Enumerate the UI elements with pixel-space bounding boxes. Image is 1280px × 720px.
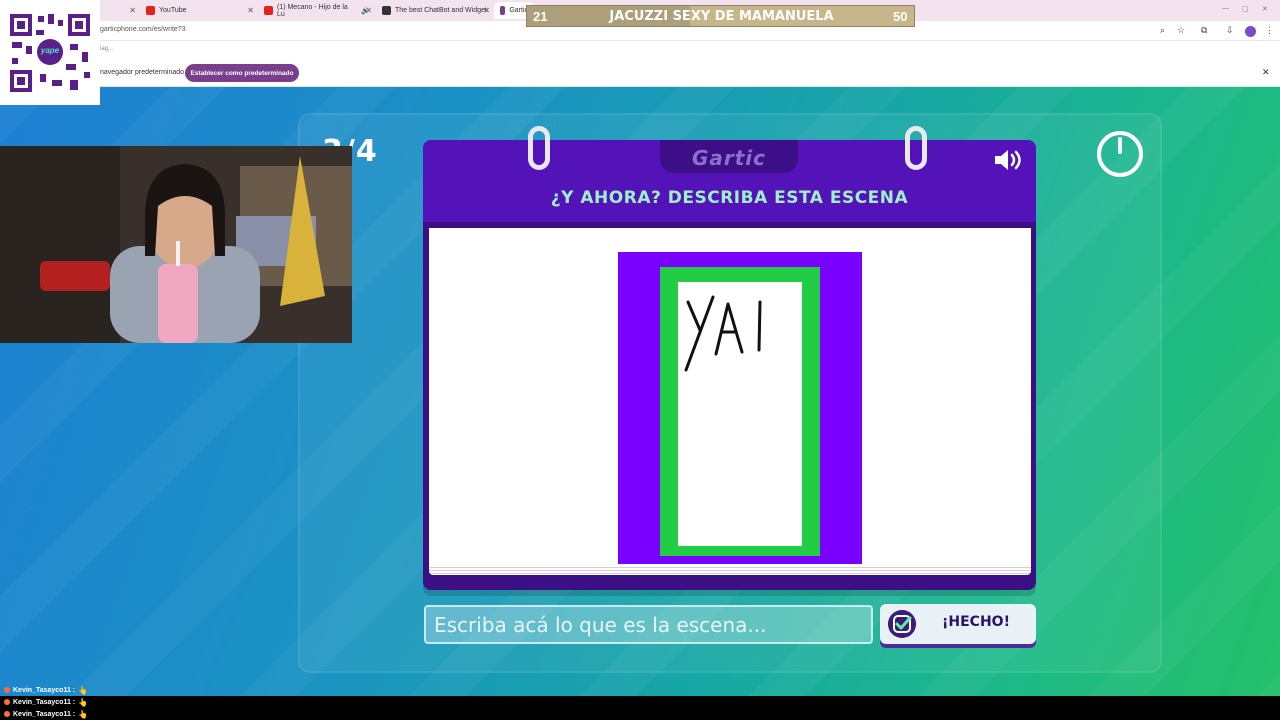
chatbot-icon: [382, 6, 391, 15]
default-browser-infobar: navegador predeterminado Establecer como…: [0, 59, 1280, 87]
close-window-icon[interactable]: ✕: [1262, 5, 1268, 13]
chat-badge-icon: [4, 687, 10, 693]
scene-card: Gartic ¿Y AHORA? DESCRIBA ESTA ESCENA: [423, 126, 1036, 590]
menu-icon[interactable]: ⋮: [1265, 25, 1274, 36]
chat-overlay: Kevin_Tasayco11 : 👆 Kevin_Tasayco11 : 👆 …: [0, 686, 1280, 720]
player-drawing: [618, 252, 862, 564]
webcam-feed-image: [0, 146, 352, 343]
chat-username: Kevin_Tasayco11 :: [13, 698, 76, 706]
close-tab-icon[interactable]: ✕: [247, 6, 254, 15]
timer-icon: [1097, 131, 1143, 177]
scene-description-input[interactable]: [424, 605, 873, 644]
speaker-icon[interactable]: [993, 148, 1027, 172]
bookmarks-bar: iag...: [0, 41, 1280, 59]
tab-youtube[interactable]: YouTube ✕: [140, 2, 258, 19]
close-infobar-icon[interactable]: ✕: [1262, 67, 1270, 78]
url-field[interactable]: garticphone.com/es/write?3: [100, 26, 186, 33]
tab-0[interactable]: ✕: [100, 2, 140, 19]
chat-emoji: 👆: [78, 709, 89, 719]
zoom-icon[interactable]: ⌕: [1160, 25, 1165, 36]
logo-tab: Gartic: [660, 140, 798, 173]
webcam-overlay: [0, 146, 352, 343]
chat-username: Kevin_Tasayco11 :: [13, 686, 76, 694]
goal-title: JACUZZI SEXY DE MAMANUELA: [609, 9, 834, 24]
yape-qr-code: yape: [0, 0, 100, 105]
chat-emoji: 👆: [78, 697, 89, 707]
done-button[interactable]: ¡HECHO!: [880, 604, 1036, 644]
close-tab-icon[interactable]: ✕: [483, 6, 490, 15]
maximize-icon[interactable]: ▢: [1242, 5, 1249, 13]
done-button-label: ¡HECHO!: [942, 614, 1010, 630]
chat-badge-icon: [4, 711, 10, 717]
chat-emoji: 👆: [78, 685, 89, 695]
extensions-icon[interactable]: ⧉: [1201, 25, 1207, 36]
youtube-icon: [264, 6, 273, 15]
profile-avatar[interactable]: [1245, 26, 1256, 37]
gartic-favicon-icon: [500, 6, 506, 15]
binder-ring-icon: [905, 126, 927, 170]
downloads-icon[interactable]: ⇩: [1226, 25, 1234, 36]
bookmark-item[interactable]: iag...: [100, 46, 113, 52]
chat-badge-icon: [4, 699, 10, 705]
chat-message: Kevin_Tasayco11 : 👆: [4, 708, 88, 720]
tab-title: The best ChatBot and Widget: [395, 7, 487, 14]
tab-mecano[interactable]: (1) Mecano - Hijo de la Lu 🔊 ✕: [258, 2, 376, 19]
yape-logo-text: yape: [40, 46, 60, 55]
card-header: Gartic ¿Y AHORA? DESCRIBA ESTA ESCENA: [423, 126, 1036, 222]
checkmark-icon: [888, 610, 916, 638]
binder-ring-icon: [528, 126, 550, 170]
chat-message: Kevin_Tasayco11 : 👆: [4, 684, 88, 696]
infobar-message: navegador predeterminado: [100, 69, 185, 76]
stream-goal-bar: 21 JACUZZI SEXY DE MAMANUELA 50: [526, 5, 915, 27]
chat-username: Kevin_Tasayco11 :: [13, 710, 76, 718]
goal-target: 50: [893, 9, 908, 24]
drawing-paper: [429, 228, 1031, 565]
close-tab-icon[interactable]: ✕: [129, 6, 136, 15]
bookmark-star-icon[interactable]: ☆: [1177, 25, 1185, 36]
tab-title: YouTube: [159, 7, 187, 14]
set-default-button[interactable]: Establecer como predeterminado: [185, 64, 299, 82]
minimize-icon[interactable]: —: [1222, 5, 1229, 12]
chat-message: Kevin_Tasayco11 : 👆: [4, 696, 88, 708]
youtube-icon: [146, 6, 155, 15]
gartic-logo: Gartic: [691, 146, 767, 170]
scene-prompt: ¿Y AHORA? DESCRIBA ESTA ESCENA: [550, 188, 909, 208]
close-tab-icon[interactable]: ✕: [365, 6, 372, 15]
tab-chatbot[interactable]: The best ChatBot and Widget ✕: [376, 2, 494, 19]
paper-stack-edge: [429, 565, 1031, 575]
tab-title: (1) Mecano - Hijo de la Lu: [276, 3, 348, 18]
